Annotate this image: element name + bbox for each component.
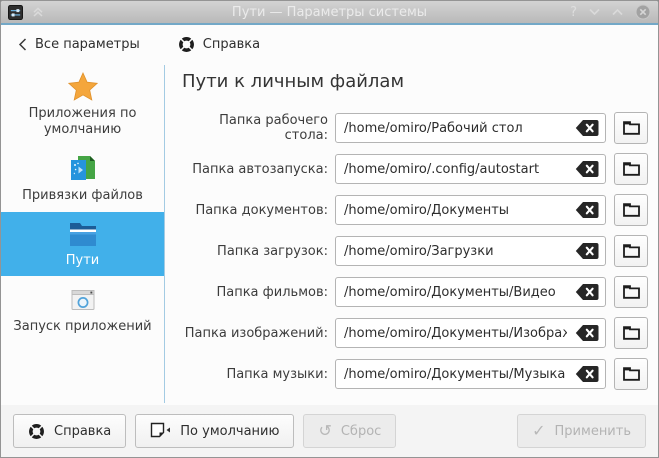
apply-button[interactable]: ✓ Применить — [517, 414, 646, 448]
help-button-label: Справка — [54, 424, 111, 439]
life-buoy-icon — [28, 423, 45, 440]
path-row-movies: Папка фильмов: — [182, 276, 648, 308]
titlebar[interactable]: Пути — Параметры системы ? — [1, 1, 658, 25]
reset-button-label: Сброс — [341, 424, 381, 439]
back-chevron-icon — [18, 38, 27, 51]
sidebar-item-label: Запуск приложений — [13, 319, 151, 335]
sidebar-item-launch-feedback[interactable]: Запуск приложений — [1, 276, 164, 343]
sidebar-item-label: Пути — [66, 253, 100, 269]
path-input[interactable] — [335, 318, 606, 348]
toolbar: Все параметры Справка — [1, 25, 658, 63]
path-form: Папка рабочего стола: Папка автозапуска: — [182, 112, 648, 390]
sidebar-item-label: Приложения по умолчанию — [5, 106, 160, 137]
path-label: Папка автозапуска: — [182, 162, 328, 177]
path-input-wrap — [335, 113, 606, 143]
keep-above-icon[interactable] — [32, 6, 44, 18]
window-icon — [8, 5, 23, 20]
browse-folder-button[interactable] — [614, 194, 648, 226]
clear-text-icon[interactable] — [575, 202, 599, 219]
folder-paths-icon — [66, 220, 100, 250]
path-input[interactable] — [335, 277, 606, 307]
clear-text-icon[interactable] — [575, 284, 599, 301]
path-input-wrap — [335, 359, 606, 389]
window-title: Пути — Параметры системы — [1, 5, 658, 20]
maximize-button[interactable] — [612, 8, 623, 16]
path-label: Папка изображений: — [182, 326, 328, 341]
launch-feedback-icon — [67, 284, 99, 316]
path-label: Папка рабочего стола: — [182, 113, 328, 143]
path-row-downloads: Папка загрузок: — [182, 235, 648, 267]
path-label: Папка документов: — [182, 203, 328, 218]
clear-text-icon[interactable] — [575, 161, 599, 178]
clear-text-icon[interactable] — [575, 325, 599, 342]
sidebar-item-file-associations[interactable]: Привязки файлов — [1, 145, 164, 212]
sidebar-item-paths[interactable]: Пути — [1, 212, 164, 277]
path-input-wrap — [335, 154, 606, 184]
path-label: Папка музыки: — [182, 367, 328, 382]
path-input-wrap — [335, 195, 606, 225]
document-revert-icon — [150, 422, 171, 440]
sidebar-item-default-applications[interactable]: Приложения по умолчанию — [1, 63, 164, 145]
page-title: Пути к личным файлам — [182, 71, 648, 92]
browse-folder-button[interactable] — [614, 358, 648, 390]
life-buoy-icon — [178, 36, 195, 53]
path-label: Папка фильмов: — [182, 285, 328, 300]
path-row-pictures: Папка изображений: — [182, 317, 648, 349]
path-input[interactable] — [335, 359, 606, 389]
path-row-music: Папка музыки: — [182, 358, 648, 390]
path-input[interactable] — [335, 113, 606, 143]
close-button[interactable] — [635, 4, 651, 20]
main-content: Пути к личным файлам Папка рабочего стол… — [165, 61, 658, 405]
browse-folder-button[interactable] — [614, 112, 648, 144]
browse-folder-button[interactable] — [614, 235, 648, 267]
toolbar-help-button[interactable]: Справка — [178, 36, 260, 53]
toolbar-help-label: Справка — [203, 37, 260, 52]
sidebar-item-label: Привязки файлов — [22, 188, 143, 204]
minimize-button[interactable] — [589, 8, 600, 16]
help-window-button[interactable]: ? — [570, 6, 577, 19]
help-button[interactable]: Справка — [13, 414, 126, 448]
reset-button[interactable]: ↺ Сброс — [303, 414, 396, 448]
path-input[interactable] — [335, 154, 606, 184]
browse-folder-button[interactable] — [614, 276, 648, 308]
all-settings-button[interactable]: Все параметры — [18, 37, 140, 52]
path-row-desktop: Папка рабочего стола: — [182, 112, 648, 144]
footer-bar: Справка По умолчанию ↺ Сброс ✓ Применить — [1, 405, 658, 457]
path-input-wrap — [335, 318, 606, 348]
defaults-button-label: По умолчанию — [180, 424, 279, 439]
path-input-wrap — [335, 236, 606, 266]
apply-button-label: Применить — [555, 424, 631, 439]
file-associations-icon — [67, 153, 99, 185]
all-settings-label: Все параметры — [35, 37, 140, 52]
check-icon: ✓ — [532, 423, 545, 439]
sidebar: Приложения по умолчанию Привязки файлов — [1, 63, 164, 405]
system-settings-window: Пути — Параметры системы ? Все параметры — [0, 0, 659, 458]
path-input-wrap — [335, 277, 606, 307]
undo-icon: ↺ — [318, 423, 331, 439]
path-row-autostart: Папка автозапуска: — [182, 153, 648, 185]
browse-folder-button[interactable] — [614, 153, 648, 185]
clear-text-icon[interactable] — [575, 243, 599, 260]
clear-text-icon[interactable] — [575, 120, 599, 137]
browse-folder-button[interactable] — [614, 317, 648, 349]
defaults-button[interactable]: По умолчанию — [135, 414, 294, 448]
path-input[interactable] — [335, 236, 606, 266]
path-row-documents: Папка документов: — [182, 194, 648, 226]
path-input[interactable] — [335, 195, 606, 225]
star-icon — [67, 71, 99, 103]
clear-text-icon[interactable] — [575, 366, 599, 383]
path-label: Папка загрузок: — [182, 244, 328, 259]
